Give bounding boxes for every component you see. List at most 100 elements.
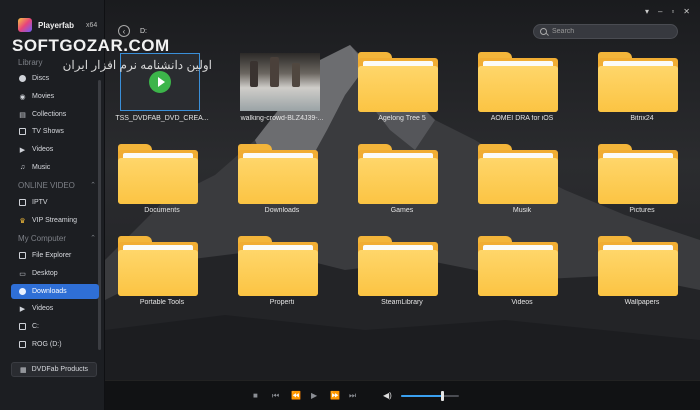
videos-icon: ▶ [19,305,26,313]
folder-icon [598,144,678,204]
grid-icon: ▦ [20,366,27,374]
search-icon [540,28,547,35]
file-grid: TSS_DVDFAB_DVD_CREA... walking-crowd-BLZ… [112,48,687,326]
folder-tile[interactable]: Musik [472,140,572,222]
folder-tile[interactable]: Bitrix24 [592,48,692,130]
stop-icon[interactable]: ■ [253,391,258,400]
sidebar-item-label: File Explorer [32,252,72,259]
folder-icon [358,236,438,296]
minimize-icon[interactable]: – [658,8,662,16]
sidebar-item-label: ROG (D:) [32,341,62,348]
chevron-left-icon: ‹ [122,26,126,36]
video-thumbnail [240,53,320,111]
file-label: walking-crowd-BLZ4J39-... [240,115,324,122]
folder-tile[interactable]: Downloads [232,140,332,222]
file-tile-video[interactable]: walking-crowd-BLZ4J39-... [232,48,332,130]
previous-icon[interactable]: ⏮ [272,391,279,401]
folder-icon [238,144,318,204]
folder-tile[interactable]: Videos [472,232,572,314]
folder-icon [598,236,678,296]
dvdfab-products-button[interactable]: ▦ DVDFab Products [11,362,97,377]
app-brand: Playerfab x64 [18,18,97,32]
videos-icon: ▶ [19,146,26,154]
app-name: Playerfab [38,20,75,30]
section-online-video[interactable]: ONLINE VIDEO ⌃ [18,181,96,190]
sidebar-item-vip-streaming[interactable]: ♛ VIP Streaming [11,213,99,228]
sidebar-item-label: C: [32,323,39,330]
sidebar-item-drive-d[interactable]: ROG (D:) [11,337,99,352]
folder-label: Musik [512,207,532,214]
folder-label: Downloads [264,207,300,214]
sidebar-item-drive-c[interactable]: C: [11,319,99,334]
folder-icon [118,236,198,296]
sidebar-item-desktop[interactable]: ▭ Desktop [11,266,99,281]
sidebar-item-label: IPTV [32,199,48,206]
folder-icon [598,52,678,112]
folder-tile[interactable]: Games [352,140,452,222]
search-box[interactable] [533,24,678,39]
sidebar-item-tv-shows[interactable]: TV Shows [11,124,99,139]
player-bar: ■ ⏮ ⏪ ▶ ⏩ ⏭ ◀) [105,380,700,410]
play-icon[interactable] [149,71,171,93]
folder-label: Pictures [629,207,655,214]
folder-tile[interactable]: Properti [232,232,332,314]
sidebar-item-collections[interactable]: ▤ Collections [11,107,99,122]
folder-tile[interactable]: SteamLibrary [352,232,452,314]
window-controls: ▾ – ▫ ✕ [645,8,690,16]
folder-icon [358,52,438,112]
file-label: TSS_DVDFAB_DVD_CREA... [115,115,209,122]
chevron-up-icon: ⌃ [90,182,96,189]
section-my-computer[interactable]: My Computer ⌃ [18,234,96,243]
folder-tile[interactable]: Documents [112,140,212,222]
sidebar-item-label: TV Shows [32,128,64,135]
file-explorer-icon [19,252,26,259]
sidebar-item-label: Downloads [32,288,67,295]
sidebar-item-label: Videos [32,305,54,312]
sidebar-item-label: Desktop [32,270,58,277]
section-online-label: ONLINE VIDEO [18,181,75,190]
folder-tile[interactable]: Portable Tools [112,232,212,314]
volume-icon[interactable]: ◀) [383,391,392,400]
folder-tile[interactable]: Wallpapers [592,232,692,314]
sidebar-item-videos[interactable]: ▶ Videos [11,142,99,157]
rewind-icon[interactable]: ⏪ [291,391,301,400]
volume-handle[interactable] [440,391,444,401]
folder-label: Videos [511,299,533,306]
sidebar-item-label: Collections [32,111,67,118]
sidebar-item-iptv[interactable]: IPTV [11,195,99,210]
sidebar-item-discs[interactable]: Discs [11,71,99,86]
folder-label: Games [390,207,414,214]
drive-icon [19,323,26,330]
folder-label: AOMEI DRA for iOS [490,115,554,122]
chevron-up-icon: ⌃ [90,235,96,242]
sidebar-item-movies[interactable]: ◉ Movies [11,89,99,104]
sidebar-item-file-explorer[interactable]: File Explorer [11,248,99,263]
dvdfab-products-label: DVDFab Products [31,366,89,373]
fast-forward-icon[interactable]: ⏩ [330,391,340,400]
iptv-icon [19,199,26,206]
search-input[interactable] [552,28,662,35]
tv-icon [19,128,26,135]
current-path: D: [140,28,147,35]
watermark-subtitle: اولین دانشنامه نرم افزار ایران [62,58,212,72]
volume-fill [401,395,442,397]
folder-tile[interactable]: Pictures [592,140,692,222]
watermark-title: SOFTGOZAR.COM [12,36,170,55]
folder-label: Documents [144,207,180,214]
folder-tile[interactable]: Agelong Tree 5 [352,48,452,130]
folder-label: Bitrix24 [630,115,654,122]
close-icon[interactable]: ✕ [683,8,690,16]
sidebar-item-music[interactable]: ♫ Music [11,160,99,175]
sidebar-item-downloads[interactable]: Downloads [11,284,99,299]
volume-slider[interactable] [401,391,459,401]
play-pause-icon[interactable]: ▶ [311,391,317,400]
sidebar-item-label: Videos [32,146,54,153]
folder-tile[interactable]: AOMEI DRA for iOS [472,48,572,130]
sidebar-item-videos-folder[interactable]: ▶ Videos [11,301,99,316]
menu-dropdown-icon[interactable]: ▾ [645,8,649,16]
next-icon[interactable]: ⏭ [349,391,356,401]
maximize-icon[interactable]: ▫ [671,8,674,16]
downloads-icon [19,288,26,295]
folder-icon [118,144,198,204]
folder-icon [358,144,438,204]
